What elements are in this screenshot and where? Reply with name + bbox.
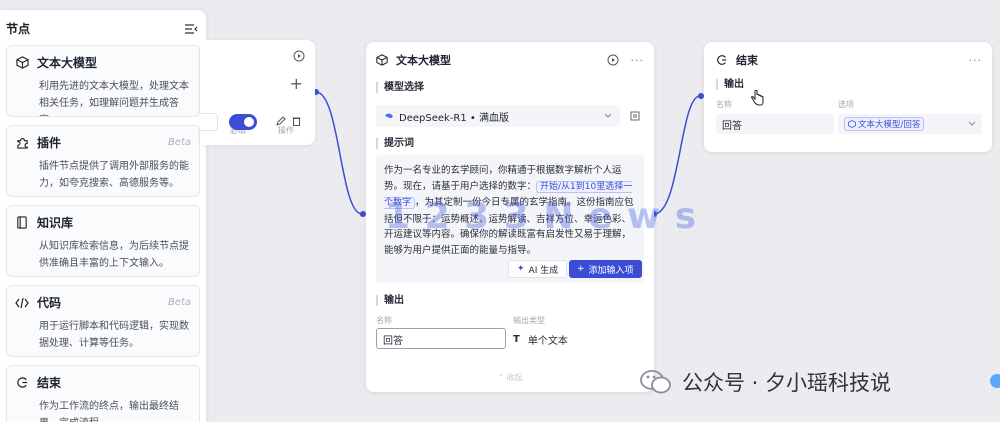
output-column-name: 名称 bbox=[376, 316, 392, 325]
chevron-down-icon bbox=[968, 121, 976, 126]
node-card-desc: 从知识库检索信息，为后续节点提供准确且丰富的上下文输入。 bbox=[39, 241, 189, 269]
end-node[interactable]: 结束 ··· 输出 名称 选项 回答 文本大模型/回答 bbox=[704, 42, 992, 152]
run-icon[interactable] bbox=[607, 54, 619, 66]
node-card-desc: 利用先进的文本大模型，处理文本相关任务，如理解问题并生成答案。 bbox=[39, 81, 189, 116]
puzzle-icon bbox=[15, 136, 29, 150]
node-card-llm[interactable]: 文本大模型 利用先进的文本大模型，处理文本相关任务，如理解问题并生成答案。 bbox=[6, 45, 200, 117]
wechat-icon bbox=[640, 370, 671, 394]
more-icon[interactable]: ··· bbox=[631, 54, 645, 67]
model-name: DeepSeek-R1 • 满血版 bbox=[399, 112, 509, 124]
model-settings-icon[interactable] bbox=[630, 111, 640, 121]
node-panel-header: 节点 bbox=[0, 10, 206, 45]
node-card-name: 插件 bbox=[37, 136, 62, 150]
edge-start-to-llm bbox=[315, 91, 363, 215]
node-card-name: 代码 bbox=[37, 296, 62, 310]
output-column-type: 输出类型 bbox=[513, 316, 545, 325]
node-card-knowledge[interactable]: 知识库 从知识库检索信息，为后续节点提供准确且丰富的上下文输入。 bbox=[6, 205, 200, 277]
plus-icon: + bbox=[577, 264, 585, 274]
end-output-ref-select[interactable]: 文本大模型/回答 bbox=[838, 114, 982, 134]
end-flag-icon bbox=[717, 55, 727, 65]
add-input-icon[interactable]: + bbox=[290, 74, 303, 93]
node-card-plugin[interactable]: 插件 Beta 插件节点提供了调用外部服务的能力，如夸克搜索、高德服务等。 bbox=[6, 125, 200, 197]
beta-badge: Beta bbox=[167, 297, 191, 308]
beta-badge: Beta bbox=[167, 137, 191, 148]
prompt-label: 提示词 bbox=[376, 138, 414, 149]
node-card-name: 文本大模型 bbox=[37, 56, 98, 70]
output-type-label: 单个文本 bbox=[527, 336, 568, 347]
cube-icon bbox=[848, 120, 856, 128]
end-output-label: 输出 bbox=[716, 79, 744, 90]
add-input-label: 添加输入项 bbox=[588, 265, 634, 276]
column-action: 操作 bbox=[278, 126, 294, 135]
ref-chip: 文本大模型/回答 bbox=[844, 117, 925, 131]
collapse-hint-label: 收起 bbox=[506, 373, 523, 382]
cube-icon bbox=[15, 56, 29, 70]
deepseek-logo-icon bbox=[385, 113, 393, 118]
node-panel-title: 节点 bbox=[6, 22, 31, 36]
node-card-desc: 用于运行脚本和代码逻辑，实现数据处理、计算等任务。 bbox=[39, 321, 189, 349]
node-card-name: 结束 bbox=[37, 376, 62, 390]
text-type-icon: T bbox=[513, 334, 520, 345]
more-icon[interactable]: ··· bbox=[969, 54, 983, 67]
collapse-hint[interactable]: ⌃ 收起 bbox=[366, 372, 654, 383]
input-field-partial[interactable] bbox=[200, 113, 218, 131]
cube-icon bbox=[376, 54, 388, 66]
node-panel: 节点 文本大模型 利用先进的文本大模型，处理文本相关任务，如理解问题并生成答案。 bbox=[0, 10, 206, 422]
end-output-name[interactable]: 回答 bbox=[716, 114, 834, 134]
output-name-input[interactable]: 回答 bbox=[376, 328, 506, 349]
ai-generate-button[interactable]: ✦ AI 生成 bbox=[508, 260, 568, 278]
llm-node-title: 文本大模型 bbox=[396, 54, 451, 67]
ai-generate-label: AI 生成 bbox=[528, 265, 559, 276]
output-label: 输出 bbox=[376, 295, 404, 306]
chevron-down-icon bbox=[604, 113, 612, 118]
partial-avatar bbox=[990, 374, 1000, 388]
node-card-desc: 作为工作流的终点，输出最终结果，完成流程。 bbox=[39, 401, 179, 422]
sparkle-icon: ✦ bbox=[517, 264, 525, 274]
end-column-name: 名称 bbox=[716, 100, 732, 109]
wechat-watermark: 公众号 · 夕小瑶科技说 bbox=[640, 367, 891, 397]
model-select-label: 模型选择 bbox=[376, 82, 424, 93]
output-type[interactable]: T 单个文本 bbox=[513, 332, 568, 347]
required-toggle[interactable] bbox=[229, 114, 257, 130]
end-column-source: 选项 bbox=[838, 100, 854, 109]
end-node-title: 结束 bbox=[736, 54, 758, 67]
node-card-code[interactable]: 代码 Beta 用于运行脚本和代码逻辑，实现数据处理、计算等任务。 bbox=[6, 285, 200, 357]
node-card-name: 知识库 bbox=[37, 216, 74, 230]
wechat-account-label: 公众号 · 夕小瑶科技说 bbox=[682, 371, 892, 395]
model-select[interactable]: DeepSeek-R1 • 满血版 bbox=[376, 105, 620, 127]
delete-icon[interactable] bbox=[292, 116, 301, 126]
hand-cursor-icon bbox=[751, 90, 764, 106]
ref-chip-label: 文本大模型/回答 bbox=[858, 120, 921, 130]
book-icon bbox=[15, 216, 29, 230]
code-icon bbox=[15, 296, 29, 310]
end-flag-icon bbox=[15, 376, 29, 390]
add-input-button[interactable]: + 添加输入项 bbox=[569, 260, 642, 278]
node-card-end[interactable]: 结束 作为工作流的终点，输出最终结果，完成流程。 bbox=[6, 365, 200, 422]
collapse-panel-icon[interactable] bbox=[184, 23, 198, 35]
news-watermark: 1 2 3 3 N e w s bbox=[385, 196, 698, 237]
run-icon[interactable] bbox=[293, 50, 305, 62]
edit-icon[interactable] bbox=[276, 116, 286, 126]
node-card-desc: 插件节点提供了调用外部服务的能力，如夸克搜索、高德服务等。 bbox=[39, 161, 189, 189]
